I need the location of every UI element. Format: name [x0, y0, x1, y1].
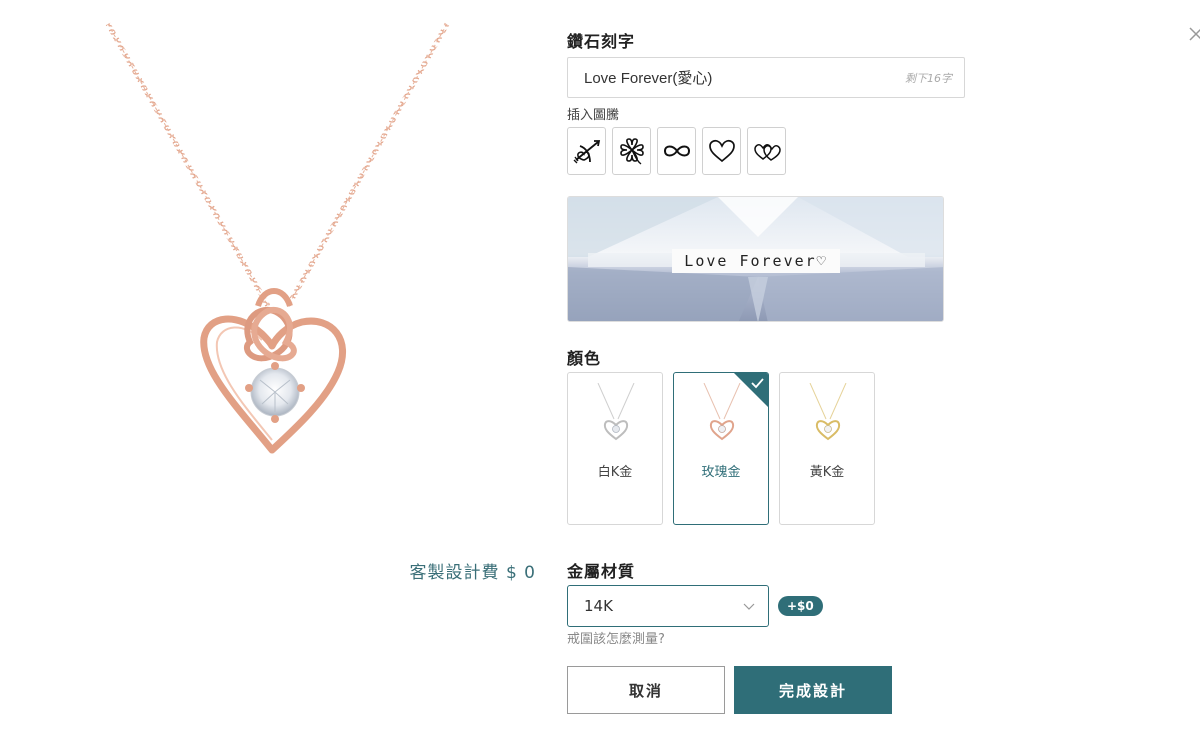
double-heart-icon: [753, 144, 781, 161]
cupid-arrow-icon: [573, 140, 600, 164]
heart-icon: [708, 139, 735, 163]
engraving-input[interactable]: [568, 58, 888, 97]
color-option-rose-gold[interactable]: 玫瑰金: [673, 372, 769, 525]
cupid-arrow-symbol-button[interactable]: [567, 127, 606, 175]
chevron-down-icon: [743, 603, 755, 610]
yellow-gold-necklace-thumbnail: [809, 383, 847, 441]
engraving-preview: Love Forever♡: [567, 196, 944, 322]
white-gold-necklace-thumbnail: [597, 383, 635, 441]
color-options: 白K金 玫瑰金 黃K金: [567, 372, 875, 525]
remaining-chars: 剩下16字: [905, 72, 952, 85]
heart-symbol-button[interactable]: [702, 127, 741, 175]
engraving-field[interactable]: 剩下16字: [567, 57, 965, 98]
engraving-title: 鑽石刻字: [567, 32, 636, 51]
color-label-white-gold: 白K金: [597, 465, 633, 480]
material-title: 金屬材質: [567, 562, 636, 581]
color-title: 顏色: [567, 349, 602, 368]
symbol-picker: [567, 127, 786, 175]
material-select[interactable]: 14K: [567, 585, 769, 627]
color-option-yellow-gold[interactable]: 黃K金: [779, 372, 875, 525]
cancel-button[interactable]: 取消: [567, 666, 725, 714]
material-selected-value: 14K: [584, 597, 613, 615]
double-heart-symbol-button[interactable]: [747, 127, 786, 175]
price-delta-badge: +$0: [778, 596, 823, 616]
color-label-rose-gold: 玫瑰金: [701, 465, 741, 480]
color-option-white-gold[interactable]: 白K金: [567, 372, 663, 525]
preview-text: Love Forever♡: [672, 249, 840, 273]
infinity-symbol-button[interactable]: [657, 127, 696, 175]
clover-symbol-button[interactable]: [612, 127, 651, 175]
color-label-yellow-gold: 黃K金: [809, 465, 845, 480]
customization-panel: 鑽石刻字 剩下16字 插入圖騰: [567, 0, 987, 740]
ring-size-help-link[interactable]: 戒圍該怎麼測量?: [567, 628, 665, 647]
product-image: [100, 20, 460, 470]
finish-design-button[interactable]: 完成設計: [734, 666, 892, 714]
clover-icon: [619, 138, 644, 165]
custom-design-fee: 客製設計費 $ 0: [409, 563, 536, 583]
selected-check-icon: [734, 373, 768, 407]
infinity-icon: [663, 145, 690, 157]
symbols-label: 插入圖騰: [567, 108, 620, 123]
close-icon[interactable]: [1188, 22, 1200, 52]
